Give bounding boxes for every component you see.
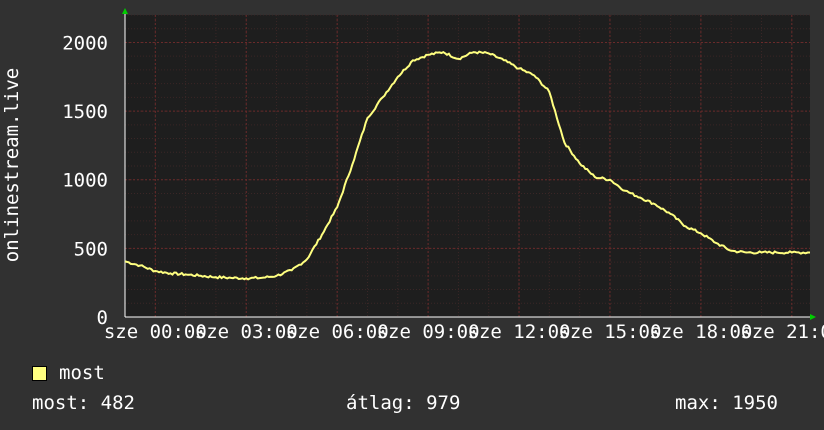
y-axis-label: onlinestream.live — [1, 68, 23, 262]
y-axis-arrow — [122, 8, 128, 14]
stat-max: max: 1950 — [675, 392, 778, 414]
y-tick-label: 1500 — [62, 101, 108, 123]
stat-current: most: 482 — [32, 392, 135, 414]
y-tick-label: 2000 — [62, 32, 108, 54]
y-tick-label: 1000 — [62, 170, 108, 192]
x-tick-label: sze 06:00 — [286, 321, 389, 343]
x-tick-label: sze 09:00 — [377, 321, 480, 343]
stat-average: átlag: 979 — [346, 392, 461, 414]
legend-label: most — [59, 362, 105, 384]
y-axis-ticks: 0500100015002000 — [62, 32, 108, 329]
x-tick-label: sze 00:00 — [104, 321, 207, 343]
x-tick-label: sze 12:00 — [468, 321, 571, 343]
x-axis-ticks: sze 00:00sze 03:00sze 06:00sze 09:00sze … — [104, 321, 824, 343]
x-tick-label: sze 03:00 — [195, 321, 298, 343]
legend-swatch — [32, 365, 47, 381]
x-tick-label: sze 18:00 — [649, 321, 752, 343]
x-axis-arrow — [810, 314, 816, 320]
x-tick-label: sze 15:00 — [558, 321, 661, 343]
y-tick-label: 500 — [74, 238, 108, 260]
x-tick-label: sze 21:00 — [740, 321, 824, 343]
legend: most — [32, 362, 105, 384]
line-chart: 0500100015002000 sze 00:00sze 03:00sze 0… — [1, 8, 824, 343]
